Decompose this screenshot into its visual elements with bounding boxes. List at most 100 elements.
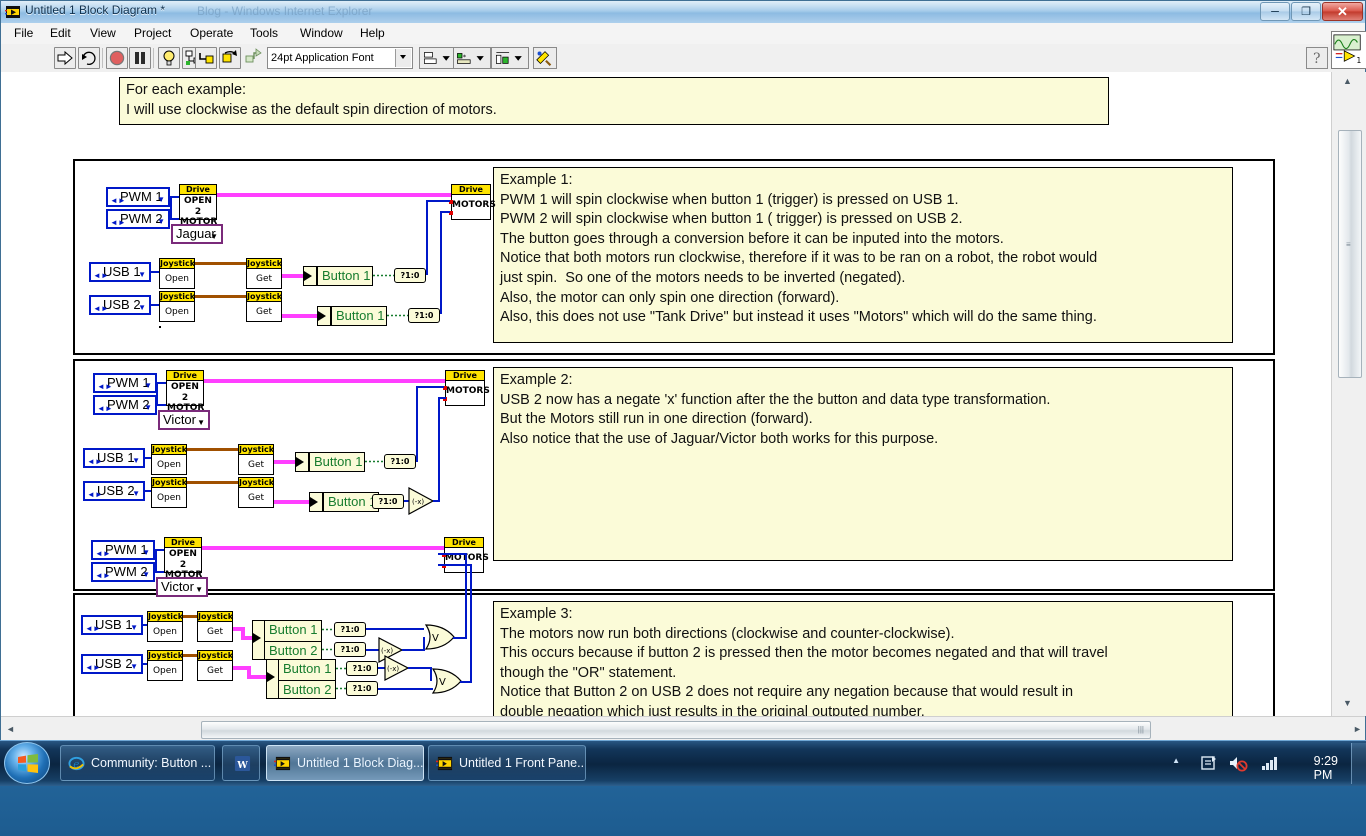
bool-to-number-convert-ex2-usb1[interactable]: ?1:0 bbox=[384, 454, 416, 469]
menu-edit[interactable]: Edit bbox=[43, 25, 78, 42]
joystick-open-vi-2[interactable]: Joystick Open bbox=[159, 291, 195, 322]
control-usb-2-ex3[interactable]: ◄► USB 2 ▼ bbox=[81, 654, 143, 674]
chevron-down-icon[interactable]: ▼ bbox=[142, 545, 150, 561]
chevron-down-icon[interactable]: ▼ bbox=[130, 659, 138, 675]
convert-ex3-u1-b2[interactable]: ?1:0 bbox=[334, 642, 366, 657]
control-usb-1-ex3[interactable]: ◄► USB 1 ▼ bbox=[81, 615, 143, 635]
chevron-down-icon[interactable] bbox=[395, 49, 411, 67]
chevron-down-icon[interactable]: ▼ bbox=[157, 192, 165, 208]
chevron-down-icon[interactable]: ▼ bbox=[138, 267, 146, 283]
motor-type-enum-ex2[interactable]: Victor ▼ bbox=[158, 410, 210, 430]
taskbar-clock[interactable]: 9:29 PM bbox=[1314, 754, 1338, 782]
font-selector[interactable]: 24pt Application Font bbox=[267, 47, 413, 69]
joystick-get-vi-2[interactable]: Joystick Get bbox=[246, 291, 282, 322]
menu-help[interactable]: Help bbox=[353, 25, 392, 42]
convert-ex3-u2-b1[interactable]: ?1:0 bbox=[346, 661, 378, 676]
drive-motors-vi-ex2[interactable]: Drive MOTORS bbox=[445, 370, 490, 406]
control-pwm-2[interactable]: ◄► PWM 2 ▼ bbox=[106, 209, 170, 229]
joystick-get-vi-ex2-usb1[interactable]: Joystick Get bbox=[238, 444, 274, 475]
motor-type-enum-ex3[interactable]: Victor ▼ bbox=[156, 577, 208, 597]
align-objects-button[interactable] bbox=[419, 47, 457, 69]
taskbar-item-word[interactable]: W bbox=[222, 745, 260, 781]
chevron-down-icon[interactable]: ▼ bbox=[157, 214, 165, 230]
control-pwm-1[interactable]: ◄► PWM 1 ▼ bbox=[106, 187, 170, 207]
chevron-down-icon[interactable]: ▼ bbox=[144, 378, 152, 394]
vertical-scrollbar-thumb[interactable]: ≡ bbox=[1338, 130, 1362, 378]
scroll-right-arrow-icon[interactable]: ► bbox=[1353, 724, 1362, 734]
start-button[interactable] bbox=[4, 742, 50, 784]
negate-node-ex2[interactable]: (-x) bbox=[408, 487, 436, 515]
close-button[interactable]: ✕ bbox=[1322, 2, 1363, 21]
chevron-down-icon[interactable]: ▼ bbox=[132, 486, 140, 502]
highlight-execution-button[interactable] bbox=[158, 47, 180, 69]
show-desktop-button[interactable] bbox=[1351, 743, 1366, 784]
motor-type-enum[interactable]: Jaguar ▼ bbox=[171, 224, 223, 244]
control-pwm-1-ex3[interactable]: ◄► PWM 1 ▼ bbox=[91, 540, 155, 560]
block-diagram-canvas[interactable]: For each example: I will use clockwise a… bbox=[1, 72, 1331, 716]
menu-tools[interactable]: Tools bbox=[243, 25, 285, 42]
or-node-ex3-u2[interactable]: V bbox=[431, 668, 463, 694]
context-help-window-icon[interactable]: 1 bbox=[1331, 31, 1366, 69]
window-title-bar[interactable]: Untitled 1 Block Diagram * Blog - Window… bbox=[1, 1, 1365, 24]
taskbar-item-front-panel[interactable]: Untitled 1 Front Pane... bbox=[428, 745, 586, 781]
reorder-clean-up-button[interactable] bbox=[533, 47, 557, 69]
control-pwm-2-ex3[interactable]: ◄► PWM 2 ▼ bbox=[91, 562, 155, 582]
volume-muted-icon[interactable] bbox=[1228, 754, 1248, 772]
bool-to-number-convert-usb2[interactable]: ?1:0 bbox=[408, 308, 440, 323]
control-usb-1[interactable]: ◄► USB 1 ▼ bbox=[89, 262, 151, 282]
drive-motors-vi[interactable]: Drive MOTORS bbox=[451, 184, 496, 220]
minimize-button[interactable]: – bbox=[1260, 2, 1290, 21]
joystick-open-vi-ex3-usb1[interactable]: Joystick Open bbox=[147, 611, 183, 642]
drive-open-2motor-vi-ex2[interactable]: Drive OPEN 2 MOTOR bbox=[166, 370, 204, 413]
vertical-scrollbar[interactable]: ▲ ≡ ▼ bbox=[1331, 72, 1366, 716]
control-usb-2-ex2[interactable]: ◄► USB 2 ▼ bbox=[83, 481, 145, 501]
joystick-get-vi-ex3-usb2[interactable]: Joystick Get bbox=[197, 650, 233, 681]
context-help-button[interactable]: ? bbox=[1306, 47, 1328, 69]
scroll-left-arrow-icon[interactable]: ◄ bbox=[6, 724, 15, 734]
menu-window[interactable]: Window bbox=[293, 25, 350, 42]
joystick-open-vi-ex2-usb1[interactable]: Joystick Open bbox=[151, 444, 187, 475]
menu-operate[interactable]: Operate bbox=[183, 25, 240, 42]
chevron-down-icon[interactable]: ▼ bbox=[195, 582, 203, 597]
control-usb-1-ex2[interactable]: ◄► USB 1 ▼ bbox=[83, 448, 145, 468]
horizontal-scrollbar[interactable]: ◄ ||| ► bbox=[1, 716, 1365, 741]
taskbar-item-block-diagram[interactable]: Untitled 1 Block Diag... bbox=[266, 745, 424, 781]
step-over-button[interactable] bbox=[219, 47, 241, 69]
step-into-button[interactable] bbox=[195, 47, 217, 69]
joystick-get-vi-ex2-usb2[interactable]: Joystick Get bbox=[238, 477, 274, 508]
convert-ex3-u2-b2[interactable]: ?1:0 bbox=[346, 681, 378, 696]
horizontal-scrollbar-thumb[interactable]: ||| bbox=[201, 721, 1151, 739]
scroll-up-arrow-icon[interactable]: ▲ bbox=[1343, 76, 1352, 86]
show-hidden-icons-button[interactable]: ▲ bbox=[1172, 756, 1180, 765]
chevron-down-icon[interactable]: ▼ bbox=[132, 453, 140, 469]
maximize-button[interactable]: ❐ bbox=[1291, 2, 1321, 21]
control-pwm-2-ex2[interactable]: ◄► PWM 2 ▼ bbox=[93, 395, 157, 415]
run-continuously-button[interactable] bbox=[78, 47, 100, 69]
drive-motors-vi-ex3[interactable]: Drive MOTORS bbox=[444, 537, 489, 573]
drive-open-2motor-vi[interactable]: Drive OPEN 2 MOTOR bbox=[179, 184, 217, 227]
chevron-down-icon[interactable]: ▼ bbox=[210, 229, 218, 244]
pause-button[interactable] bbox=[129, 47, 151, 69]
joystick-open-vi[interactable]: Joystick Open bbox=[159, 258, 195, 289]
joystick-open-vi-ex2-usb2[interactable]: Joystick Open bbox=[151, 477, 187, 508]
chevron-down-icon[interactable]: ▼ bbox=[142, 567, 150, 583]
bool-to-number-convert-ex2-usb2[interactable]: ?1:0 bbox=[372, 494, 404, 509]
convert-ex3-u1-b1[interactable]: ?1:0 bbox=[334, 622, 366, 637]
or-node-ex3-u1[interactable]: V bbox=[424, 624, 456, 650]
menu-project[interactable]: Project bbox=[127, 25, 178, 42]
chevron-down-icon[interactable]: ▼ bbox=[130, 620, 138, 636]
scroll-down-arrow-icon[interactable]: ▼ bbox=[1343, 698, 1352, 708]
chevron-down-icon[interactable]: ▼ bbox=[144, 400, 152, 416]
bool-to-number-convert-usb1[interactable]: ?1:0 bbox=[394, 268, 426, 283]
joystick-get-vi-ex3-usb1[interactable]: Joystick Get bbox=[197, 611, 233, 642]
distribute-objects-button[interactable]: * bbox=[453, 47, 491, 69]
joystick-get-vi[interactable]: Joystick Get bbox=[246, 258, 282, 289]
drive-open-2motor-vi-ex3[interactable]: Drive OPEN 2 MOTOR bbox=[164, 537, 202, 580]
network-signal-icon[interactable] bbox=[1260, 754, 1280, 772]
menu-file[interactable]: File bbox=[7, 25, 40, 42]
action-center-icon[interactable] bbox=[1200, 754, 1218, 772]
joystick-open-vi-ex3-usb2[interactable]: Joystick Open bbox=[147, 650, 183, 681]
run-button[interactable] bbox=[54, 47, 76, 69]
chevron-down-icon[interactable]: ▼ bbox=[197, 415, 205, 430]
control-usb-2[interactable]: ◄► USB 2 ▼ bbox=[89, 295, 151, 315]
